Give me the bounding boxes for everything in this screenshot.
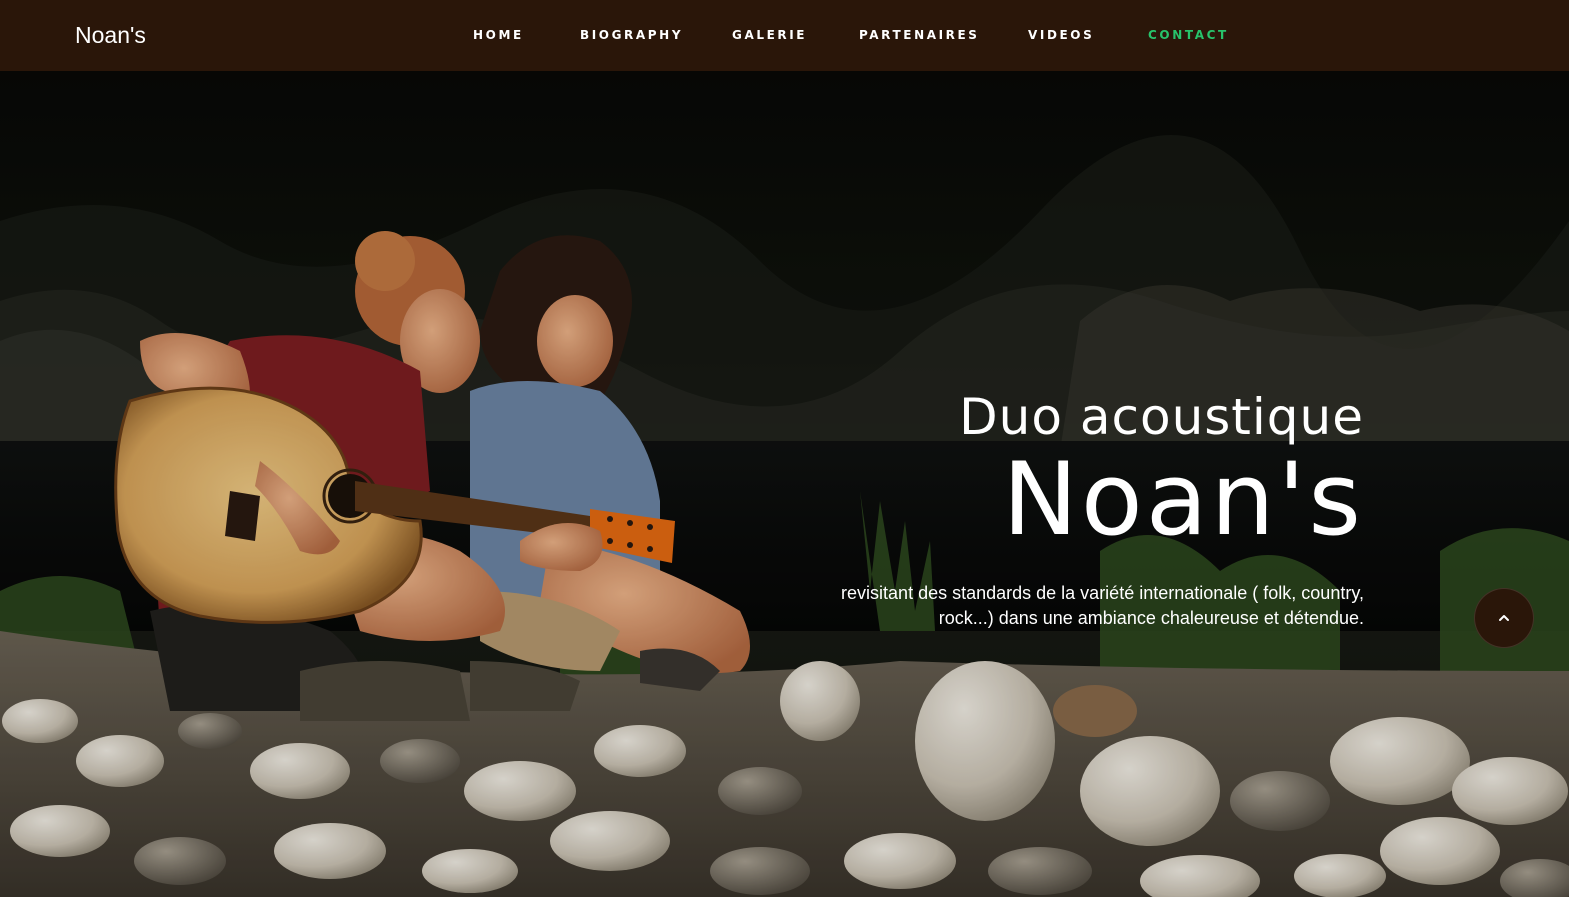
navbar: Noan's HOME BIOGRAPHY GALERIE PARTENAIRE… <box>0 0 1569 71</box>
hero-section: Duo acoustique Noan's revisitant des sta… <box>0 71 1569 897</box>
hero-kicker: Duo acoustique <box>959 388 1364 446</box>
nav-item-contact[interactable]: CONTACT <box>1148 26 1229 44</box>
nav-item-biography[interactable]: BIOGRAPHY <box>580 26 683 44</box>
chevron-up-icon <box>1499 615 1509 621</box>
nav-item-home[interactable]: HOME <box>473 26 524 44</box>
nav-item-partenaires[interactable]: PARTENAIRES <box>859 26 980 44</box>
scroll-to-top-button[interactable] <box>1474 588 1534 648</box>
nav-item-videos[interactable]: VIDEOS <box>1028 26 1094 44</box>
hero-description: revisitant des standards de la variété i… <box>841 583 1364 628</box>
main-nav: HOME BIOGRAPHY GALERIE PARTENAIRES VIDEO… <box>0 26 1569 44</box>
hero-title: Noan's <box>1002 440 1364 558</box>
nav-item-galerie[interactable]: GALERIE <box>732 26 807 44</box>
